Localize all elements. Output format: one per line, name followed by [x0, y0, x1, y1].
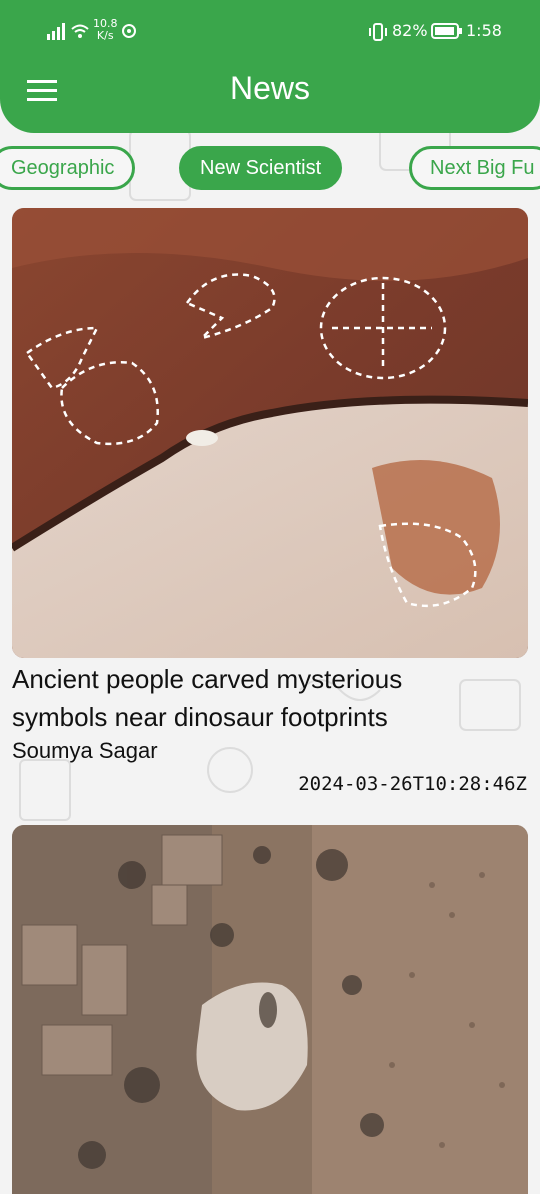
status-bar: 10.8 K/s 82% 1:58 [0, 0, 540, 64]
source-tabs: Geographic New Scientist Next Big Fu [0, 146, 540, 194]
clock: 1:58 [466, 21, 502, 40]
battery-icon [431, 23, 462, 39]
tab-next-big-future[interactable]: Next Big Fu [409, 146, 540, 190]
article-headline[interactable]: Ancient people carved mysterious symbols… [12, 660, 532, 736]
tab-geographic[interactable]: Geographic [0, 146, 136, 190]
battery-percent: 82% [392, 21, 428, 40]
app-header: 10.8 K/s 82% 1:58 News [0, 0, 540, 133]
network-speed: 10.8 K/s [93, 17, 118, 42]
vibrate-icon [369, 23, 387, 41]
headline-line: Ancient people carved mysterious [12, 664, 403, 694]
page-title: News [229, 70, 310, 106]
wifi-icon [71, 24, 89, 38]
aerial-landscape-photo [12, 825, 528, 1194]
article-date: 2024-03-26T10:28:46Z [298, 773, 527, 795]
article-image[interactable] [12, 208, 528, 658]
article-image[interactable] [12, 825, 528, 1194]
article-author: Soumya Sagar [12, 738, 158, 763]
settings-gear-icon [122, 24, 136, 38]
rock-carvings-photo [12, 208, 528, 658]
tab-new-scientist[interactable]: New Scientist [179, 146, 343, 190]
headline-line: symbols near dinosaur footprints [12, 702, 388, 732]
signal-icon [47, 23, 65, 40]
